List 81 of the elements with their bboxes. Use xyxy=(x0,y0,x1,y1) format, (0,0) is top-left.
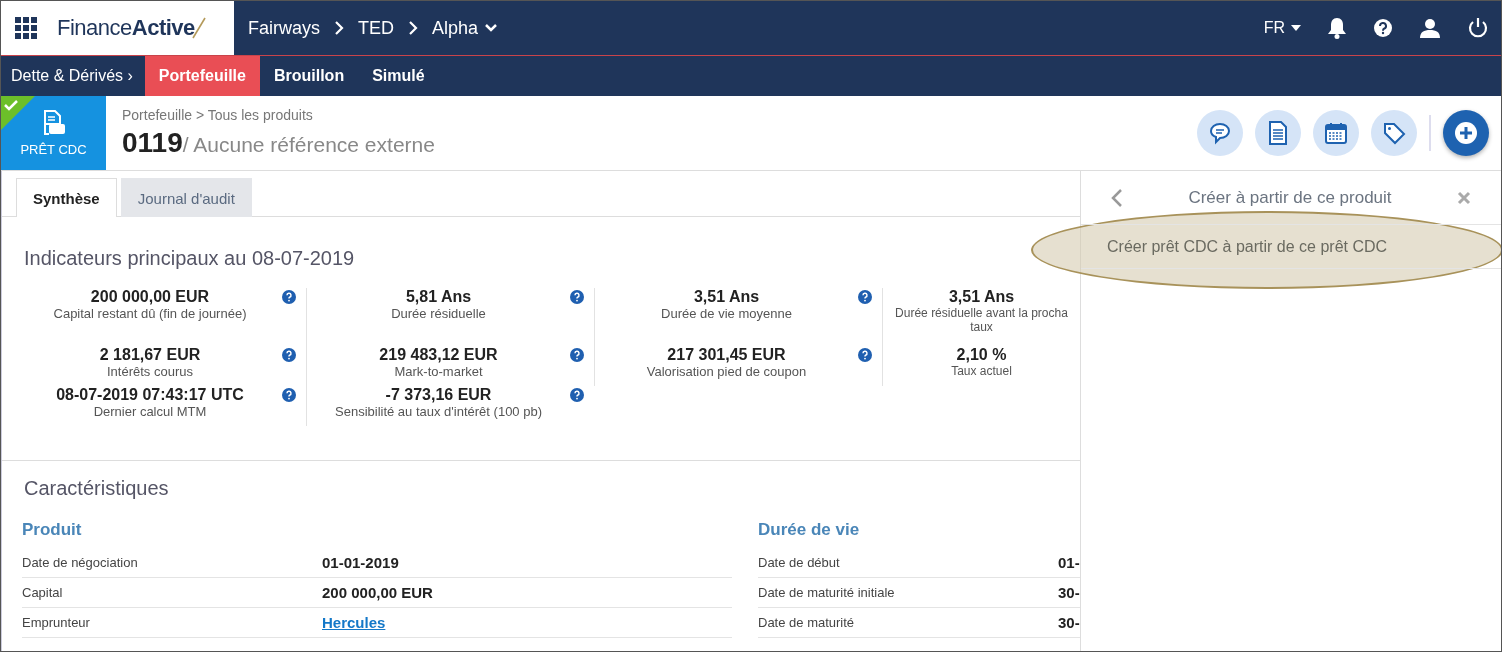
help-icon[interactable] xyxy=(282,290,296,304)
indicator-label: Intérêts courus xyxy=(107,364,193,379)
field-label: Date de maturité xyxy=(758,615,856,630)
subsection-title: Produit xyxy=(22,520,83,540)
product-type-label: PRÊT CDC xyxy=(20,141,87,157)
indicator-value: 219 483,12 EUR xyxy=(379,346,498,364)
indicator-label: Sensibilité au taux d'intérêt (100 pb) xyxy=(335,404,542,419)
breadcrumb: Portefeuille > Tous les produits xyxy=(122,107,314,123)
nav-tab[interactable]: Brouillon xyxy=(259,56,359,96)
bell-icon[interactable] xyxy=(1327,17,1347,39)
context-link[interactable]: TED xyxy=(358,17,394,39)
context-link[interactable]: Fairways xyxy=(248,17,320,39)
language-dropdown[interactable]: FR xyxy=(1263,19,1301,37)
plus-icon xyxy=(1454,121,1478,145)
create-option[interactable]: Créer prêt CDC à partir de ce prêt CDC xyxy=(1081,225,1501,269)
field-label: Date de négociation xyxy=(22,555,139,570)
help-icon[interactable] xyxy=(570,348,584,362)
chevron-right-icon xyxy=(334,20,344,36)
content-tab[interactable]: Journal d'audit xyxy=(120,178,252,217)
indicator-label: Durée résiduelle avant la procha taux xyxy=(894,306,1069,334)
tag-icon xyxy=(1382,121,1406,145)
back-icon[interactable] xyxy=(1111,187,1123,208)
calendar-button[interactable] xyxy=(1313,110,1359,156)
field-label: Capital xyxy=(22,585,64,600)
field-label: Emprunteur xyxy=(22,615,91,630)
brand-logo: FinanceActive xyxy=(57,15,206,41)
indicator-value: 200 000,00 EUR xyxy=(90,288,210,306)
chevron-down-icon xyxy=(484,23,499,33)
field-value: 01- xyxy=(1058,554,1080,571)
document-button[interactable] xyxy=(1255,110,1301,156)
content-tab[interactable]: Synthèse xyxy=(16,178,117,217)
product-reference: / Aucune référence externe xyxy=(182,133,435,157)
field-value: 01-01-2019 xyxy=(322,554,400,571)
indicator-value: 217 301,45 EUR xyxy=(667,346,786,364)
field-link[interactable]: Hercules xyxy=(322,614,732,631)
indicator-label: Durée de vie moyenne xyxy=(661,306,792,321)
speech-bubble-icon xyxy=(1208,121,1232,145)
indicator-label: Mark-to-market xyxy=(394,364,483,379)
section-title: Caractéristiques xyxy=(24,477,170,500)
indicator-label: Valorisation pied de coupon xyxy=(646,364,807,379)
indicator-label: Capital restant dû (fin de journée) xyxy=(53,306,247,321)
help-icon[interactable] xyxy=(282,388,296,402)
power-icon[interactable] xyxy=(1467,17,1489,39)
help-icon[interactable] xyxy=(570,388,584,402)
section-title: Indicateurs principaux au 08-07-2019 xyxy=(24,247,356,270)
user-icon[interactable] xyxy=(1419,18,1441,38)
field-value: 200 000,00 EUR xyxy=(322,584,434,601)
indicator-value: 2,10 % xyxy=(956,346,1007,364)
indicator-value: 08-07-2019 07:43:17 UTC xyxy=(56,386,244,404)
indicator-value: 3,51 Ans xyxy=(948,288,1015,306)
caret-down-icon xyxy=(1291,25,1301,31)
help-icon[interactable] xyxy=(282,348,296,362)
help-icon[interactable] xyxy=(570,290,584,304)
help-icon[interactable] xyxy=(1373,18,1393,38)
indicator-value: -7 373,16 EUR xyxy=(385,386,492,404)
comment-button[interactable] xyxy=(1197,110,1243,156)
help-icon[interactable] xyxy=(858,348,872,362)
tag-button[interactable] xyxy=(1371,110,1417,156)
help-icon[interactable] xyxy=(858,290,872,304)
indicator-label: Durée résiduelle xyxy=(391,306,486,321)
chevron-right-icon xyxy=(408,20,418,36)
field-label: Date de début xyxy=(758,555,841,570)
indicator-value: 5,81 Ans xyxy=(405,288,472,306)
field-value: 30- xyxy=(1058,614,1080,631)
panel-title: Créer à partir de ce produit xyxy=(1187,187,1393,208)
context-dropdown[interactable]: Alpha xyxy=(432,17,499,39)
section-menu[interactable]: Dette & Dérivés › xyxy=(1,56,145,96)
nav-tab[interactable]: Simulé xyxy=(358,56,439,96)
field-value: 30- xyxy=(1058,584,1080,601)
indicator-label: Dernier calcul MTM xyxy=(93,404,207,419)
indicator-value: 3,51 Ans xyxy=(693,288,760,306)
document-icon xyxy=(1268,121,1288,145)
add-button[interactable] xyxy=(1443,110,1489,156)
indicator-value: 2 181,67 EUR xyxy=(99,346,201,364)
indicator-label: Taux actuel xyxy=(951,364,1012,378)
field-label: Date de maturité initiale xyxy=(758,585,896,600)
apps-grid-icon[interactable] xyxy=(15,17,37,39)
product-number: 0119 xyxy=(122,127,183,159)
nav-tab[interactable]: Portefeuille xyxy=(144,56,260,96)
subsection-title: Durée de vie xyxy=(758,520,861,540)
calendar-icon xyxy=(1324,121,1348,145)
